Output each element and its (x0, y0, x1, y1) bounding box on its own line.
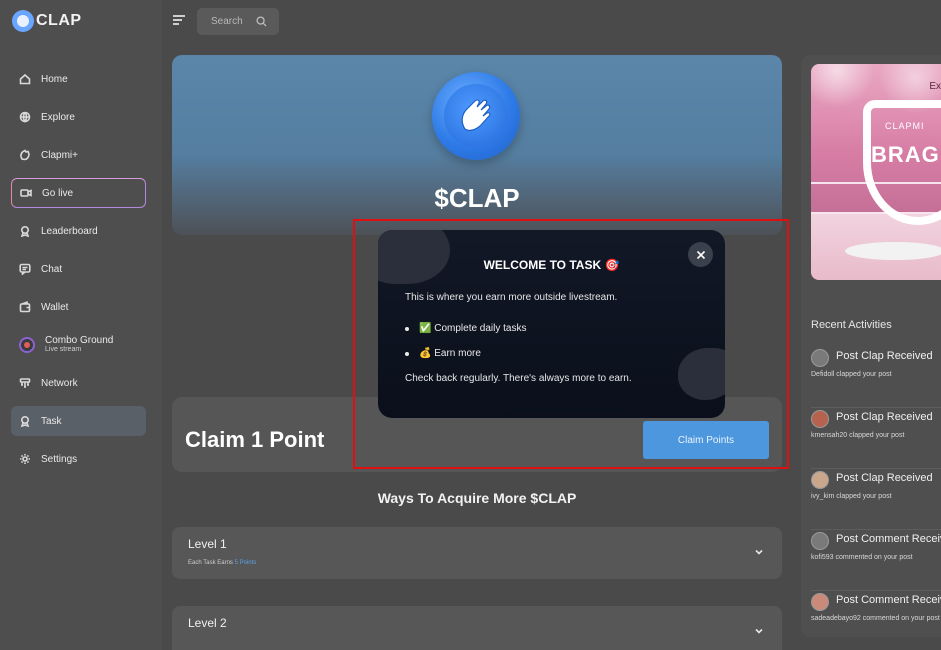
activity-subtitle: Defidoll clapped your post (811, 371, 892, 378)
modal-list-item: ✅ Complete daily tasks (405, 316, 527, 341)
avatar (811, 471, 829, 489)
activity-item[interactable]: Post Clap Received ivy_kim clapped your … (811, 469, 941, 530)
sidebar-item-label: Explore (41, 111, 75, 123)
promo-banner[interactable]: CLAPMI BRAG Ex (811, 64, 941, 280)
promo-headline: BRAG (871, 142, 940, 167)
sidebar-item-label: Clapmi+ (41, 149, 78, 161)
chat-icon (19, 263, 31, 275)
modal-title: WELCOME TO TASK 🎯 (483, 258, 620, 272)
activity-title: Post Comment Received (836, 594, 941, 606)
modal-footer: Check back regularly. There's always mor… (405, 373, 632, 384)
promo-corner-text: Ex (929, 81, 941, 92)
avatar (811, 410, 829, 428)
level-subtitle: Each Task Earns 5 Points (188, 560, 256, 566)
claim-title: Claim 1 Point (185, 427, 325, 452)
hero-banner: $CLAP (172, 55, 782, 235)
sidebar-item-task[interactable]: Task (11, 406, 146, 436)
right-panel: CLAPMI BRAG Ex Recent Activities Post Cl… (801, 55, 941, 637)
sidebar-item-clapmi-plus[interactable]: Clapmi+ (11, 140, 146, 170)
chevron-down-icon[interactable] (754, 547, 764, 557)
sidebar-item-label: Combo Ground (45, 335, 114, 346)
activity-item[interactable]: Post Clap Received kmensah20 clapped you… (811, 408, 941, 469)
avatar (811, 593, 829, 611)
sidebar-item-label: Network (41, 377, 78, 389)
sidebar-item-settings[interactable]: Settings (11, 444, 146, 474)
sidebar-item-network[interactable]: Network (11, 368, 146, 398)
video-icon (20, 187, 32, 199)
recent-activities-title: Recent Activities (811, 319, 892, 331)
chevron-down-icon[interactable] (754, 626, 764, 636)
trophy-icon (19, 225, 31, 237)
avatar (811, 349, 829, 367)
sidebar: CLAP Home Explore Clapmi+ Go live Leader… (0, 0, 162, 650)
sidebar-item-chat[interactable]: Chat (11, 254, 146, 284)
task-icon (19, 415, 31, 427)
activity-title: Post Comment Received (836, 533, 941, 545)
search-icon (256, 16, 267, 27)
modal-list-item-text: ✅ Complete daily tasks (419, 323, 527, 334)
modal-list-item: 💰 Earn more (405, 341, 527, 366)
logo-text: CLAP (36, 12, 82, 29)
activity-title: Post Clap Received (836, 350, 933, 362)
sidebar-item-label: Settings (41, 453, 78, 465)
sidebar-item-home[interactable]: Home (11, 64, 146, 94)
decorative-blob (378, 230, 450, 284)
activity-title: Post Clap Received (836, 472, 933, 484)
gear-icon (19, 453, 31, 465)
clap-icon (19, 149, 31, 161)
home-icon (19, 73, 31, 85)
activity-subtitle: kmensah20 clapped your post (811, 432, 905, 439)
sidebar-item-label: Leaderboard (41, 225, 98, 237)
welcome-task-modal: WELCOME TO TASK 🎯 This is where you earn… (378, 230, 725, 418)
activity-item[interactable]: Post Comment Received sadeadebayo92 comm… (811, 591, 941, 650)
level-1-accordion[interactable]: Level 1 Each Task Earns 5 Points (172, 527, 782, 579)
sidebar-item-combo-ground[interactable]: Combo Ground Live stream (11, 330, 146, 360)
platform-image (845, 242, 941, 260)
ways-title: Ways To Acquire More $CLAP (377, 490, 577, 506)
sidebar-nav: Home Explore Clapmi+ Go live Leaderboard… (11, 64, 146, 482)
menu-icon[interactable] (173, 15, 185, 27)
sidebar-item-label: Wallet (41, 301, 69, 313)
claim-points-button[interactable]: Claim Points (643, 421, 769, 459)
activity-subtitle: ivy_kim clapped your post (811, 493, 892, 500)
level-points: 5 Points (234, 560, 257, 566)
activity-subtitle: sadeadebayo92 commented on your post (811, 615, 940, 622)
decorative-blob (678, 348, 725, 400)
hero-title: $CLAP (434, 183, 520, 213)
close-button[interactable] (688, 242, 713, 267)
sidebar-item-sublabel: Live stream (45, 346, 82, 353)
promo-brand: CLAPMI (885, 121, 925, 131)
sidebar-item-go-live[interactable]: Go live (11, 178, 146, 208)
level-title: Level 2 (188, 616, 227, 630)
sidebar-item-wallet[interactable]: Wallet (11, 292, 146, 322)
globe-icon (19, 111, 31, 123)
search-box[interactable]: Search (197, 8, 279, 35)
sidebar-item-label: Task (41, 415, 62, 427)
wallet-icon (19, 301, 31, 313)
clap-logo-icon (12, 10, 34, 32)
modal-description: This is where you earn more outside live… (405, 292, 618, 303)
combo-icon (19, 337, 35, 353)
modal-list: ✅ Complete daily tasks 💰 Earn more (405, 316, 527, 366)
modal-list-item-text: 💰 Earn more (419, 348, 481, 359)
activity-item[interactable]: Post Comment Received kofi593 commented … (811, 530, 941, 591)
close-icon (696, 250, 705, 259)
search-placeholder: Search (211, 16, 243, 27)
sidebar-item-leaderboard[interactable]: Leaderboard (11, 216, 146, 246)
sidebar-item-label: Chat (41, 263, 63, 275)
level-title: Level 1 (188, 537, 227, 551)
logo[interactable]: CLAP (12, 10, 82, 32)
sidebar-item-label: Home (41, 73, 68, 85)
network-icon (19, 377, 31, 389)
activity-subtitle: kofi593 commented on your post (811, 554, 913, 561)
activity-item[interactable]: Post Clap Received Defidoll clapped your… (811, 347, 941, 408)
level-sub-prefix: Each Task Earns (188, 560, 235, 566)
sidebar-item-label: Go live (42, 187, 74, 199)
avatar (811, 532, 829, 550)
activity-title: Post Clap Received (836, 411, 933, 423)
level-2-accordion[interactable]: Level 2 (172, 606, 782, 650)
clap-coin-icon (432, 72, 520, 160)
sidebar-item-explore[interactable]: Explore (11, 102, 146, 132)
